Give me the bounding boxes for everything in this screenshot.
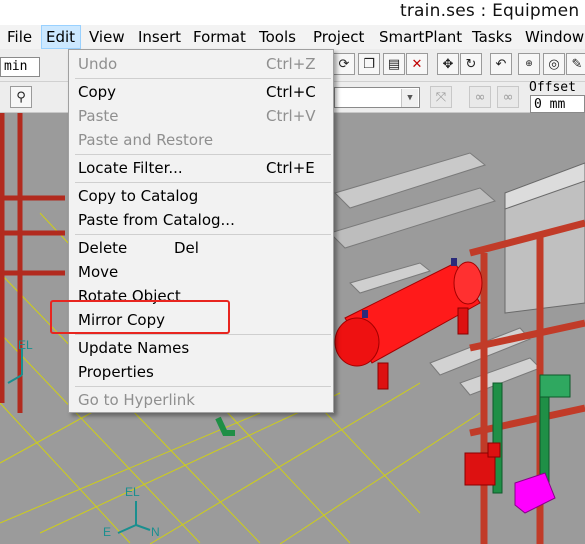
menu-item-move[interactable]: Move	[70, 260, 332, 284]
menu-item-go-to-hyperlink[interactable]: Go to Hyperlink	[70, 388, 332, 412]
edit-menu-dropdown: Undo Ctrl+Z Copy Ctrl+C Paste Ctrl+V Pas…	[68, 49, 334, 413]
menu-view[interactable]: View	[85, 25, 129, 49]
menu-item-shortcut: Del	[174, 239, 199, 257]
link-icon[interactable]: ∞	[469, 86, 491, 108]
paste-icon[interactable]: ▤	[383, 53, 405, 75]
menu-bar: File Edit View Insert Format Tools Proje…	[0, 25, 585, 49]
menu-window[interactable]: Window	[521, 25, 585, 49]
menu-tasks[interactable]: Tasks	[468, 25, 516, 49]
menu-edit[interactable]: Edit	[41, 25, 81, 49]
menu-project[interactable]: Project	[309, 25, 368, 49]
menu-item-label: Paste and Restore	[78, 131, 214, 149]
settings-icon[interactable]: ✎	[566, 53, 585, 75]
menu-item-label: Update Names	[78, 339, 190, 357]
menu-item-label: Copy to Catalog	[78, 187, 199, 205]
plane-combo[interactable]: ▼	[334, 87, 420, 108]
menu-smartplant[interactable]: SmartPlant	[375, 25, 466, 49]
menu-item-label: Locate Filter...	[78, 159, 183, 177]
menu-file[interactable]: File	[3, 25, 36, 49]
menu-item-locate-filter[interactable]: Locate Filter... Ctrl+E	[70, 156, 332, 180]
menu-item-copy-to-catalog[interactable]: Copy to Catalog	[70, 184, 332, 208]
menu-item-label: Paste from Catalog...	[78, 211, 235, 229]
undo-icon[interactable]: ↶	[490, 53, 512, 75]
menu-item-delete[interactable]: Delete Del	[70, 236, 332, 260]
active-filter-combo[interactable]: min	[0, 57, 40, 77]
axis-east-label: E	[103, 525, 111, 539]
title-bar: train.ses : Equipmen	[0, 0, 585, 25]
menu-item-label: Delete	[78, 239, 128, 257]
window-title: train.ses : Equipmen	[400, 1, 580, 21]
delete-icon[interactable]: ✕	[406, 53, 428, 75]
menu-separator	[75, 182, 331, 183]
menu-item-paste-and-restore[interactable]: Paste and Restore	[70, 128, 332, 152]
menu-item-label: Properties	[78, 363, 154, 381]
menu-item-shortcut: Ctrl+V	[266, 107, 316, 125]
pin-icon[interactable]: ⚲	[10, 86, 32, 108]
zoom-icon[interactable]: ⊕	[518, 53, 540, 75]
lock-icon[interactable]: ⤧	[430, 86, 452, 108]
annotation-highlight-box	[50, 300, 230, 334]
rotate-icon[interactable]: ↻	[460, 53, 482, 75]
refresh-icon[interactable]: ⟳	[333, 53, 355, 75]
axis-el-label: EL	[125, 485, 140, 499]
menu-tools[interactable]: Tools	[255, 25, 300, 49]
move-icon[interactable]: ✥	[437, 53, 459, 75]
menu-item-label: Undo	[78, 55, 118, 73]
menu-item-shortcut: Ctrl+E	[266, 159, 315, 177]
menu-separator	[75, 154, 331, 155]
menu-item-label: Move	[78, 263, 119, 281]
app-window: train.ses : Equipmen File Edit View Inse…	[0, 0, 585, 544]
compass-icon[interactable]: ◎	[543, 53, 565, 75]
offset-label: Offset	[529, 80, 576, 95]
menu-item-shortcut: Ctrl+C	[266, 83, 316, 101]
menu-item-properties[interactable]: Properties	[70, 360, 332, 384]
menu-insert[interactable]: Insert	[134, 25, 185, 49]
menu-format[interactable]: Format	[189, 25, 250, 49]
menu-separator	[75, 78, 331, 79]
menu-item-copy[interactable]: Copy Ctrl+C	[70, 80, 332, 104]
offset-input[interactable]: 0 mm	[530, 95, 585, 113]
chevron-down-icon[interactable]: ▼	[401, 89, 418, 107]
menu-separator	[75, 334, 331, 335]
menu-item-label: Go to Hyperlink	[78, 391, 195, 409]
link-alt-icon[interactable]: ∞	[497, 86, 519, 108]
menu-separator	[75, 234, 331, 235]
axis-triad: EL E N	[103, 485, 160, 539]
menu-item-label: Copy	[78, 83, 117, 101]
menu-item-paste-from-catalog[interactable]: Paste from Catalog...	[70, 208, 332, 232]
menu-item-label: Paste	[78, 107, 119, 125]
axis-north-label: N	[151, 525, 160, 539]
menu-separator	[75, 386, 331, 387]
copy-icon[interactable]: ❐	[358, 53, 380, 75]
menu-item-update-names[interactable]: Update Names	[70, 336, 332, 360]
menu-item-shortcut: Ctrl+Z	[266, 55, 316, 73]
menu-item-paste[interactable]: Paste Ctrl+V	[70, 104, 332, 128]
axis-el-label-left: EL	[18, 338, 33, 352]
menu-item-undo[interactable]: Undo Ctrl+Z	[70, 52, 332, 76]
